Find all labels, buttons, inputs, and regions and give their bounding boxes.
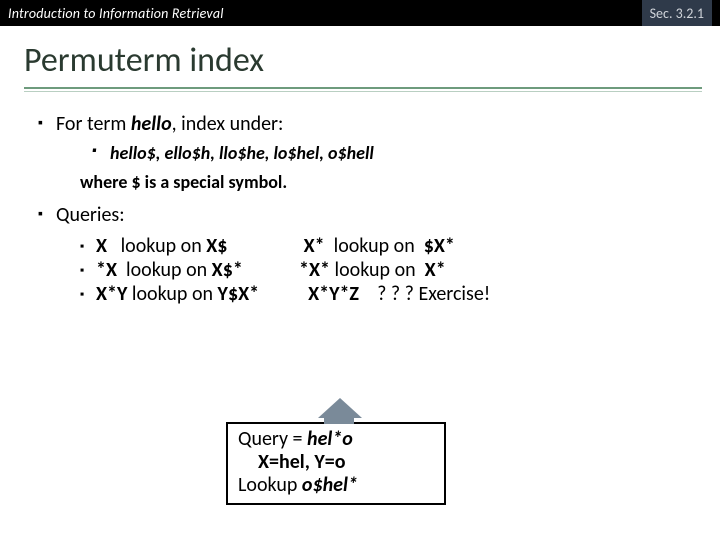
callout-line-2: X=hel, Y=o	[238, 451, 434, 474]
callout-group: Query = hel*o X=hel, Y=o Lookup o$hel*	[226, 422, 446, 505]
section-label: Sec. 3.2.1	[642, 0, 712, 26]
query-row-2: *X lookup on X$* *X* lookup on X*	[80, 258, 694, 282]
q-x-key: X$	[206, 234, 227, 258]
q-xyz-label: X*Y*Z	[308, 282, 359, 306]
queries-grid: X lookup on X$ X* lookup on $X* *X looku…	[80, 234, 694, 306]
query-xstarystarZ: X*Y*Z ? ? ? Exercise!	[290, 282, 694, 306]
bullet-list: For term hello, index under: hello$, ell…	[26, 112, 694, 165]
q-starx-label: *X	[96, 258, 117, 282]
q-xstary-txt: lookup on	[132, 282, 218, 306]
callout-l3b: o$hel*	[302, 473, 358, 497]
callout-l1a: Query =	[238, 427, 307, 451]
title-rule	[24, 87, 702, 89]
query-row-1: X lookup on X$ X* lookup on $X*	[80, 234, 694, 258]
bullet-queries: Queries:	[38, 203, 694, 229]
callout-l3a: Lookup	[238, 473, 302, 497]
title-area: Permuterm index	[0, 26, 720, 98]
title-subrule	[24, 91, 702, 92]
callout-line-1: Query = hel*o	[238, 428, 434, 451]
q-xyz-exercise: ? ? ? Exercise!	[377, 282, 490, 306]
q-xstary-label: X*Y	[96, 282, 127, 306]
bullet-text-post: , index under:	[172, 112, 284, 136]
query-xstar: X* lookup on $X*	[290, 234, 694, 258]
course-title: Introduction to Information Retrieval	[8, 5, 224, 22]
top-bar: Introduction to Information Retrieval Se…	[0, 0, 720, 26]
slide-body: For term hello, index under: hello$, ell…	[0, 98, 720, 306]
q-starxstar-label: *X*	[299, 258, 330, 282]
rotations-list: hello$, ello$h, llo$he, lo$hel, o$hell	[56, 142, 694, 165]
page-title: Permuterm index	[24, 40, 702, 81]
term-hello: hello	[131, 112, 172, 136]
q-starx-key: X$*	[212, 258, 243, 282]
bullet-for-term: For term hello, index under: hello$, ell…	[38, 112, 694, 165]
example-callout: Query = hel*o X=hel, Y=o Lookup o$hel*	[226, 422, 446, 505]
query-row-3: X*Y lookup on Y$X* X*Y*Z ? ? ? Exercise!	[80, 282, 694, 306]
q-xstar-label: X*	[304, 234, 325, 258]
bullet-text-pre: For term	[56, 112, 131, 136]
slide: Introduction to Information Retrieval Se…	[0, 0, 720, 540]
query-x: X lookup on X$	[80, 234, 290, 258]
bullet-list-2: Queries:	[26, 203, 694, 229]
q-x-label: X	[96, 234, 107, 258]
q-xstary-key: Y$X*	[218, 282, 260, 306]
q-starxstar-txt: lookup on	[335, 258, 425, 282]
arrow-up-icon	[318, 398, 362, 418]
q-starx-txt: lookup on	[126, 258, 212, 282]
rotations-item: hello$, ello$h, llo$he, lo$hel, o$hell	[92, 142, 694, 165]
q-starxstar-key: X*	[425, 258, 446, 282]
callout-l1b: hel*o	[307, 427, 353, 451]
q-xstar-txt: lookup on	[334, 234, 424, 258]
arrow-stem	[324, 416, 354, 424]
query-starxstar: *X* lookup on X*	[290, 258, 694, 282]
special-symbol-note: where $ is a special symbol.	[26, 171, 694, 193]
q-x-txt: lookup on	[121, 234, 207, 258]
q-xstar-key: $X*	[424, 234, 455, 258]
query-xstary: X*Y lookup on Y$X*	[80, 282, 290, 306]
callout-line-3: Lookup o$hel*	[238, 474, 434, 497]
query-starx: *X lookup on X$*	[80, 258, 290, 282]
